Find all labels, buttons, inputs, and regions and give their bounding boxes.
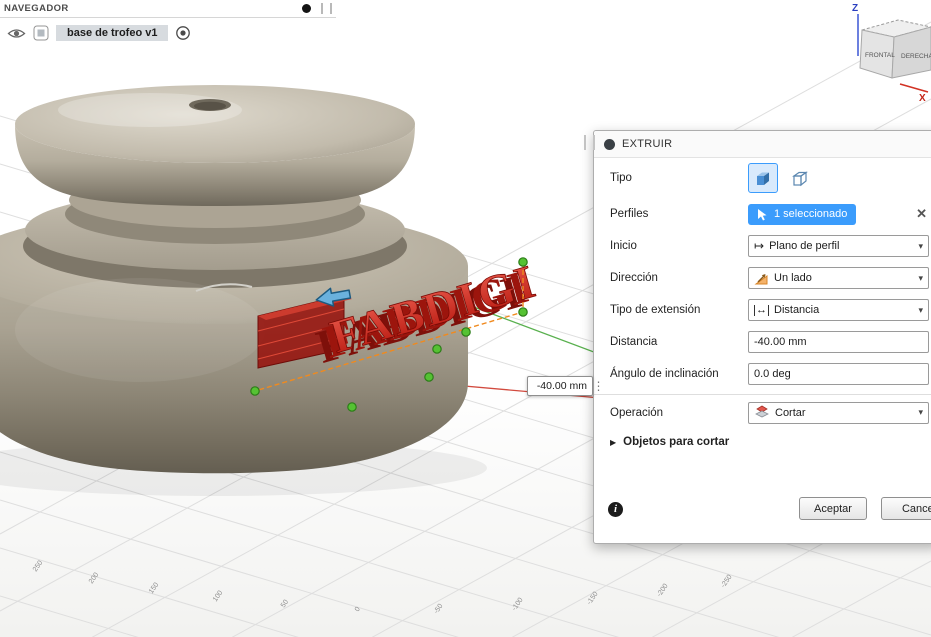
chevron-down-icon: ▾ (918, 240, 923, 251)
x-axis (899, 83, 929, 93)
svg-text:250: 250 (32, 559, 44, 573)
clear-selection-icon[interactable]: ✕ (914, 206, 929, 222)
svg-text:-150: -150 (586, 591, 600, 607)
distancia-input[interactable] (748, 331, 929, 353)
dialog-titlebar[interactable]: EXTRUIR (594, 131, 931, 158)
row-distancia: Distancia (594, 326, 931, 358)
accept-button[interactable]: Aceptar (799, 497, 867, 520)
row-inicio: Inicio ↦ Plano de perfil ▾ (594, 230, 931, 262)
svg-text:DERECHA: DERECHA (901, 53, 931, 60)
chevron-down-icon: ▾ (918, 407, 923, 417)
svg-text:100: 100 (212, 589, 224, 603)
inicio-value: Plano de perfil (769, 240, 840, 252)
dimension-value-input[interactable]: -40.00 mm (527, 376, 593, 396)
navigator-title: NAVEGADOR (4, 3, 69, 14)
inicio-dropdown[interactable]: ↦ Plano de perfil ▾ (748, 235, 929, 257)
svg-text:200: 200 (88, 571, 100, 585)
extension-label: Tipo de extensión (610, 304, 701, 316)
row-direccion: Dirección Un lado ▾ (594, 262, 931, 294)
profiles-selected-text: 1 seleccionado (774, 208, 848, 220)
svg-text:50: 50 (280, 599, 290, 609)
dialog-footer: i Aceptar Cancelar (594, 496, 931, 522)
extrude-thin-icon (792, 171, 808, 187)
extrude-solid-button[interactable] (748, 163, 778, 193)
expander-triangle-icon: ▶ (610, 437, 617, 447)
direccion-dropdown[interactable]: Un lado ▾ (748, 267, 929, 289)
dimension-value-text: -40.00 mm (536, 380, 587, 392)
cursor-icon (758, 208, 767, 220)
row-angulo: Ángulo de inclinación (594, 358, 931, 390)
extension-value: Distancia (774, 304, 820, 316)
row-extension: Tipo de extensión ↔ Distancia ▾ (594, 294, 931, 326)
svg-text:-200: -200 (656, 583, 670, 599)
operacion-value: Cortar (775, 406, 806, 419)
objetos-label: Objetos para cortar (623, 436, 730, 448)
start-plane-icon: ↦ (754, 239, 765, 253)
cut-operation-icon (755, 405, 769, 418)
row-tipo: Tipo (594, 158, 931, 198)
extrude-dialog: EXTRUIR Tipo Perfiles 1 seleccionado ✕ I… (584, 130, 931, 544)
browser-tree-item[interactable]: base de trofeo v1 (0, 25, 336, 41)
tipo-label: Tipo (610, 172, 632, 184)
operacion-dropdown[interactable]: Cortar ▾ (748, 401, 929, 424)
dialog-title: EXTRUIR (622, 138, 673, 150)
info-icon[interactable]: i (608, 501, 623, 517)
svg-text:Z: Z (852, 3, 858, 14)
one-side-direction-icon (754, 273, 768, 284)
direccion-value: Un lado (774, 272, 812, 284)
dialog-grip-icon[interactable] (584, 135, 595, 150)
extrude-solid-icon (757, 172, 769, 185)
svg-text:FRONTAL: FRONTAL (865, 52, 895, 59)
profiles-selected-button[interactable]: 1 seleccionado (748, 203, 857, 225)
row-perfiles: Perfiles 1 seleccionado ✕ (594, 198, 931, 230)
row-operacion: Operación Cortar ▾ (594, 394, 931, 430)
svg-text:-250: -250 (720, 574, 734, 590)
activate-radio-icon[interactable] (175, 25, 191, 41)
chevron-down-icon: ▾ (918, 272, 923, 283)
trophy-base-model[interactable] (0, 85, 468, 474)
distance-extent-icon: ↔ (754, 303, 769, 316)
operacion-label: Operación (610, 406, 664, 419)
perfiles-label: Perfiles (610, 208, 649, 220)
dimension-value-popup[interactable]: -40.00 mm ⋮ (527, 376, 605, 396)
document-name-chip[interactable]: base de trofeo v1 (56, 25, 169, 41)
svg-text:-50: -50 (433, 603, 445, 615)
objetos-expander[interactable]: ▶ Objetos para cortar (594, 430, 931, 452)
drag-handle-icon[interactable]: ⋮ (593, 376, 605, 396)
navigator-panel: NAVEGADOR base de trofeo v1 (0, 0, 336, 41)
viewcube[interactable]: Z FRONTAL DERECHA X (852, 3, 931, 104)
visibility-eye-icon[interactable] (7, 27, 26, 40)
chevron-down-icon: ▾ (918, 304, 923, 315)
direccion-label: Dirección (610, 272, 658, 284)
inicio-label: Inicio (610, 240, 637, 252)
panel-collapse-icon[interactable] (302, 4, 311, 13)
dialog-feature-icon (604, 138, 615, 150)
component-icon (33, 25, 49, 41)
extrude-thin-button[interactable] (785, 163, 815, 193)
extension-dropdown[interactable]: ↔ Distancia ▾ (748, 299, 929, 321)
svg-text:X: X (919, 93, 926, 104)
panel-grip-icon[interactable] (321, 3, 332, 14)
grid-tick-labels: 250 200 150 100 50 0 -50 -100 -150 -200 … (32, 559, 734, 615)
angulo-input[interactable] (748, 363, 929, 385)
distancia-label: Distancia (610, 336, 658, 348)
svg-text:-100: -100 (511, 597, 525, 613)
cancel-button[interactable]: Cancelar (881, 497, 931, 520)
svg-text:150: 150 (148, 581, 160, 595)
navigator-header[interactable]: NAVEGADOR (0, 0, 336, 18)
angulo-label: Ángulo de inclinación (610, 368, 719, 380)
